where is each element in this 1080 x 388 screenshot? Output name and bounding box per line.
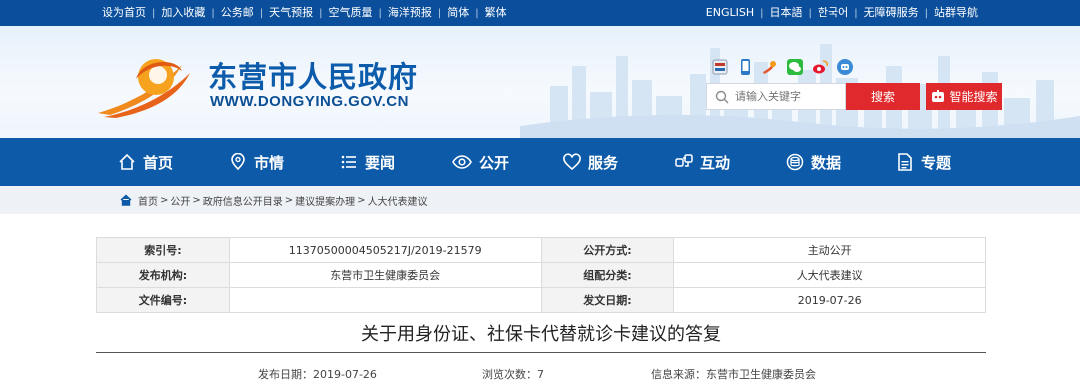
table-row: 文件编号: 发文日期: 2019-07-26: [96, 287, 986, 313]
search-input[interactable]: [735, 90, 835, 103]
nav-item-disclosure[interactable]: 公开: [452, 138, 509, 186]
robot-service-icon[interactable]: [835, 57, 855, 77]
issue-date-label: 发文日期:: [540, 287, 675, 313]
search-field[interactable]: [706, 83, 846, 110]
breadcrumb-proposals[interactable]: 建议提案办理: [295, 193, 355, 208]
site-title: 东营市人民政府: [208, 60, 419, 94]
set-homepage-link[interactable]: 设为首页: [96, 0, 152, 26]
nav-label: 专题: [921, 153, 952, 172]
ocean-forecast-link[interactable]: 海洋预报: [382, 0, 438, 26]
city-skyline-illustration: [520, 44, 1080, 138]
breadcrumb-npc-suggestions[interactable]: 人大代表建议: [368, 193, 428, 208]
heart-icon: [563, 153, 581, 171]
table-row: 发布机构: 东营市卫生健康委员会 组配分类: 人大代表建议: [96, 262, 986, 288]
site-header: 东营市人民政府 WWW.DONGYING.GOV.CN 搜索 智能搜索: [0, 26, 1080, 138]
document-title: 关于用身份证、社保卡代替就诊卡建议的答复: [361, 324, 721, 345]
category-label: 组配分类:: [540, 262, 675, 288]
social-icons: [710, 57, 855, 77]
info-source: 信息来源：东营市卫生健康委员会: [651, 368, 816, 381]
weather-link[interactable]: 天气预报: [263, 0, 319, 26]
nav-label: 首页: [143, 153, 174, 172]
nav-item-data[interactable]: 数据: [786, 138, 841, 186]
nav-item-city-info[interactable]: 市情: [229, 138, 284, 186]
view-count: 浏览次数：7: [482, 368, 544, 381]
nav-label: 服务: [588, 153, 619, 172]
air-quality-link[interactable]: 空气质量: [323, 0, 379, 26]
doc-number-value: [228, 287, 542, 313]
nav-label: 要闻: [365, 153, 396, 172]
add-favorite-link[interactable]: 加入收藏: [155, 0, 211, 26]
nav-item-interaction[interactable]: 互动: [675, 138, 730, 186]
breadcrumb: 首页 > 公开 > 政府信息公开目录 > 建议提案办理 > 人大代表建议: [120, 186, 428, 214]
issue-date-value: 2019-07-26: [673, 287, 986, 313]
index-value: 11370500004505217J/2019-21579: [228, 237, 542, 263]
top-links-left: 设为首页 | 加入收藏 | 公务邮 | 天气预报 | 空气质量 | 海洋预报 | 简体 | 繁…: [96, 0, 513, 26]
nav-item-services[interactable]: 服务: [563, 138, 618, 186]
search-icon: [715, 90, 729, 103]
official-mail-link[interactable]: 公务邮: [215, 0, 260, 26]
category-value: 人大代表建议: [673, 262, 986, 288]
breadcrumb-bar: 首页 > 公开 > 政府信息公开目录 > 建议提案办理 > 人大代表建议: [0, 186, 1080, 214]
document-info-table: 索引号: 11370500004505217J/2019-21579 公开方式:…: [96, 237, 986, 313]
top-links-right: ENGLISH | 日本語 | 한국어 | 无障碍服务 | 站群导航: [700, 0, 984, 26]
traditional-link[interactable]: 繁体: [479, 0, 513, 26]
wechat-icon[interactable]: [785, 57, 805, 77]
publisher-label: 发布机构:: [96, 262, 230, 288]
publisher-value: 东营市卫生健康委员会: [228, 262, 542, 288]
home-icon: [120, 194, 132, 206]
site-navigation-link[interactable]: 站群导航: [928, 0, 984, 26]
smart-search-button[interactable]: 智能搜索: [926, 83, 1002, 110]
nav-item-news[interactable]: 要闻: [340, 138, 395, 186]
city-logo-emblem: [98, 59, 190, 118]
nav-label: 互动: [700, 153, 731, 172]
doc-number-label: 文件编号:: [96, 287, 230, 313]
publish-date: 发布日期：2019-07-26: [258, 368, 377, 381]
nav-label: 数据: [811, 153, 842, 172]
home-icon: [119, 153, 135, 170]
english-link[interactable]: ENGLISH: [700, 0, 760, 26]
breadcrumb-home[interactable]: 首页: [138, 193, 158, 208]
index-label: 索引号:: [96, 237, 230, 263]
title-divider: [96, 352, 986, 353]
open-method-label: 公开方式:: [540, 237, 675, 263]
main-nav: 首页 市情 要闻 公开 服务 互动 数据 专题: [0, 138, 1080, 186]
weibo-icon[interactable]: [810, 57, 830, 77]
interaction-icon: [675, 154, 693, 167]
eye-icon: [452, 155, 472, 169]
accessibility-link[interactable]: 无障碍服务: [858, 0, 925, 26]
database-icon: [786, 153, 804, 171]
nav-label: 公开: [479, 153, 510, 172]
top-bar: 设为首页 | 加入收藏 | 公务邮 | 天气预报 | 空气质量 | 海洋预报 | 简体 | 繁…: [0, 0, 1080, 26]
search-button[interactable]: 搜索: [846, 83, 920, 110]
japanese-link[interactable]: 日本語: [764, 0, 809, 26]
nav-item-topics[interactable]: 专题: [896, 138, 951, 186]
site-url: WWW.DONGYING.GOV.CN: [210, 93, 409, 110]
smart-search-label: 智能搜索: [949, 90, 998, 104]
simplified-link[interactable]: 简体: [441, 0, 475, 26]
gov-app-icon[interactable]: [710, 57, 730, 77]
map-pin-icon: [231, 153, 245, 171]
open-method-value: 主动公开: [673, 237, 986, 263]
nav-label: 市情: [254, 153, 285, 172]
nav-item-home[interactable]: 首页: [118, 138, 173, 186]
breadcrumb-catalog[interactable]: 政府信息公开目录: [203, 193, 283, 208]
smart-robot-icon: [932, 89, 945, 102]
table-row: 索引号: 11370500004505217J/2019-21579 公开方式:…: [96, 237, 986, 263]
list-icon: [341, 155, 356, 169]
mobile-icon[interactable]: [735, 57, 755, 77]
toutiao-icon[interactable]: [760, 57, 780, 77]
breadcrumb-disclosure[interactable]: 公开: [170, 193, 190, 208]
document-icon: [898, 153, 912, 171]
korean-link[interactable]: 한국어: [812, 0, 854, 26]
